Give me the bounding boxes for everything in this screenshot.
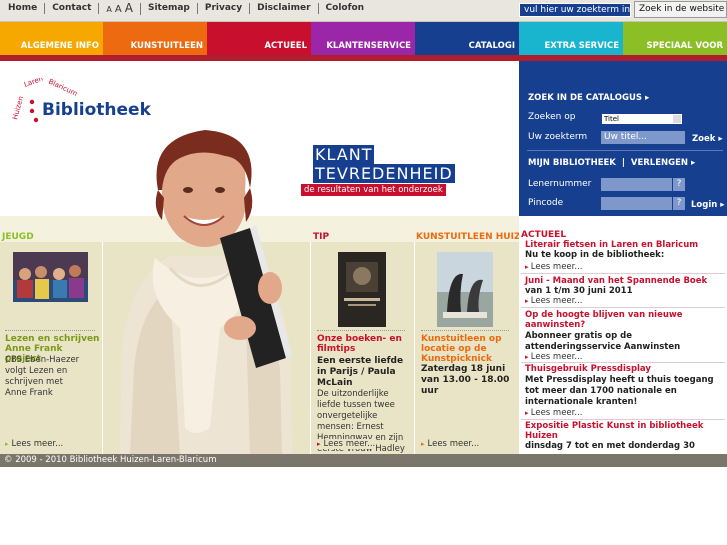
jeugd-text: CBS Eben-Haezer volgt Lezen en schrijven…	[5, 355, 80, 398]
book-cover-thumbnail[interactable]	[338, 252, 386, 327]
actueel-item-title[interactable]: Juni - Maand van het Spannende Boek	[525, 276, 725, 286]
actueel-heading[interactable]: ACTUEEL	[521, 230, 566, 240]
arrow-right-icon: ▸	[644, 93, 650, 103]
tip-read-more[interactable]: ▸ Lees meer...	[317, 439, 376, 449]
actueel-read-more[interactable]: ▸ Lees meer...	[525, 408, 583, 418]
actueel-read-more[interactable]: ▸ Lees meer...	[525, 262, 583, 272]
chevron-down-icon	[673, 115, 681, 123]
nav-klantenservice[interactable]: KLANTENSERVICE	[311, 22, 415, 55]
actueel-item-text: Met Pressdisplay heeft u thuis toegang t…	[525, 375, 714, 407]
footer-copyright: © 2009 - 2010 Bibliotheek Huizen-Laren-B…	[0, 454, 727, 467]
arrow-right-icon: ▸	[691, 158, 696, 168]
search-on-select[interactable]: Titel	[602, 114, 682, 124]
divider	[5, 330, 95, 331]
nav-colofon[interactable]: Colofon	[319, 3, 372, 14]
arrow-right-icon: ▸	[421, 440, 425, 448]
my-library-link[interactable]: MIJN BIBLIOTHEEK	[528, 158, 616, 168]
nav-label: KUNSTUITLEEN	[130, 41, 203, 51]
arrow-right-icon: ▸	[5, 440, 9, 448]
nav-contact[interactable]: Contact	[45, 3, 100, 14]
nav-privacy[interactable]: Privacy	[198, 3, 251, 14]
woman-with-book-image	[120, 130, 292, 454]
banner-line-2[interactable]: TEVREDENHEID	[313, 164, 455, 183]
tip-title[interactable]: Onze boeken- en filmtips	[317, 334, 409, 354]
kunst-title[interactable]: Kunstuitleen op locatie op de Kunstpickn…	[421, 334, 516, 364]
sculpture-thumbnail[interactable]	[437, 252, 493, 327]
nav-label: ALGEMENE INFO	[20, 41, 99, 51]
jeugd-thumbnail[interactable]	[13, 252, 88, 302]
font-size-medium[interactable]: A	[115, 4, 122, 15]
pincode-help-icon[interactable]: ?	[672, 197, 685, 210]
svg-text:Huizen: Huizen	[11, 95, 25, 120]
svg-text:Blaricum: Blaricum	[47, 78, 79, 98]
divider	[527, 150, 723, 151]
member-help-icon[interactable]: ?	[672, 178, 685, 191]
nav-label: KLANTENSERVICE	[326, 41, 411, 51]
nav-actueel[interactable]: ACTUEEL	[207, 22, 311, 55]
font-size-large[interactable]: A	[125, 2, 133, 14]
nav-kunstuitleen[interactable]: KUNSTUITLEEN	[103, 22, 207, 55]
nav-home[interactable]: Home	[0, 3, 46, 14]
actueel-read-more[interactable]: ▸ Lees meer...	[525, 296, 583, 306]
column-divider	[310, 242, 311, 454]
main-navigation: ALGEMENE INFO KUNSTUITLEEN ACTUEEL KLANTENS…	[0, 22, 727, 55]
arrow-right-icon: ▸	[720, 200, 725, 210]
banner-line-3[interactable]: de resultaten van het onderzoek	[301, 184, 446, 196]
divider	[521, 362, 725, 363]
jeugd-heading[interactable]: JEUGD	[2, 232, 34, 242]
catalog-heading[interactable]: ZOEK IN DE CATALOGUS ▸	[528, 93, 649, 103]
font-size-small[interactable]: A	[106, 4, 111, 15]
kunst-read-more[interactable]: ▸ Lees meer...	[421, 439, 479, 449]
nav-algemene-info[interactable]: ALGEMENE INFO	[0, 22, 103, 55]
search-term-label: Uw zoekterm	[528, 132, 588, 142]
nav-label: ACTUEEL	[264, 41, 307, 51]
actueel-item-text: dinsdag 7 tot en met donderdag 30	[525, 441, 695, 451]
nav-sitemap[interactable]: Sitemap	[141, 3, 198, 14]
nav-label: EXTRA SERVICE	[544, 41, 620, 51]
nav-disclaimer[interactable]: Disclaimer	[250, 3, 319, 14]
kunst-text: Zaterdag 18 juni van 13.00 - 18.00 uur	[421, 364, 510, 396]
actueel-item-title[interactable]: Thuisgebruik Pressdisplay	[525, 364, 725, 374]
site-search-button[interactable]: Zoek in de website	[634, 1, 727, 18]
actueel-item-text: Nu te koop in de bibliotheek:	[525, 250, 665, 260]
member-number-input[interactable]	[601, 178, 672, 191]
actueel-item-title[interactable]: Op de hoogte blijven van nieuwe aanwinst…	[525, 310, 710, 330]
nav-label: CATALOGI	[468, 41, 515, 51]
actueel-item-title[interactable]: Literair fietsen in Laren en Blaricum	[525, 240, 725, 250]
search-term-input[interactable]: Uw titel...	[601, 131, 685, 144]
logo-wordmark: Bibliotheek	[42, 100, 151, 120]
divider	[521, 419, 725, 420]
nav-extra-service[interactable]: EXTRA SERVICE	[519, 22, 623, 55]
arrow-right-icon: ▸	[718, 134, 723, 144]
divider	[317, 330, 405, 331]
login-button[interactable]: Login ▸	[691, 200, 725, 210]
pincode-input[interactable]	[601, 197, 672, 210]
nav-catalogi[interactable]: CATALOGI	[415, 22, 519, 55]
divider	[521, 307, 725, 308]
font-size-controls: A A A	[99, 2, 141, 15]
search-on-label: Zoeken op	[528, 112, 576, 122]
column-divider	[414, 242, 415, 454]
nav-label: SPECIAAL VOOR	[646, 41, 723, 51]
divider	[421, 330, 509, 331]
catalog-search-button[interactable]: Zoek ▸	[692, 134, 723, 144]
my-library-links: MIJN BIBLIOTHEEK | VERLENGEN ▸	[528, 158, 696, 168]
top-navigation: Home Contact A A A Sitemap Privacy Discl…	[0, 0, 371, 17]
extend-link[interactable]: VERLENGEN	[631, 158, 688, 168]
tip-heading[interactable]: TIP	[313, 232, 329, 242]
actueel-read-more[interactable]: ▸ Lees meer...	[525, 352, 583, 362]
jeugd-read-more[interactable]: ▸ Lees meer...	[5, 439, 63, 449]
kunst-heading[interactable]: KUNSTUITLEEN HUIZEN	[416, 232, 534, 242]
arrow-right-icon: ▸	[317, 440, 321, 448]
tip-subtitle: Een eerste liefde in Parijs / Paula McLa…	[317, 356, 404, 388]
svg-text:Laren: Laren	[23, 78, 44, 89]
site-search-input[interactable]: vul hier uw zoekterm in	[519, 3, 631, 17]
actueel-item-title[interactable]: Expositie Plastic Kunst in bibliotheek H…	[525, 421, 710, 441]
banner-line-1[interactable]: KLANT	[313, 145, 375, 164]
nav-speciaal-voor[interactable]: SPECIAAL VOOR	[623, 22, 727, 55]
actueel-item-text: Abonneer gratis op de attenderingsservic…	[525, 331, 681, 352]
pincode-label: Pincode	[528, 198, 564, 208]
member-number-label: Lenernummer	[528, 179, 592, 189]
divider	[521, 273, 725, 274]
